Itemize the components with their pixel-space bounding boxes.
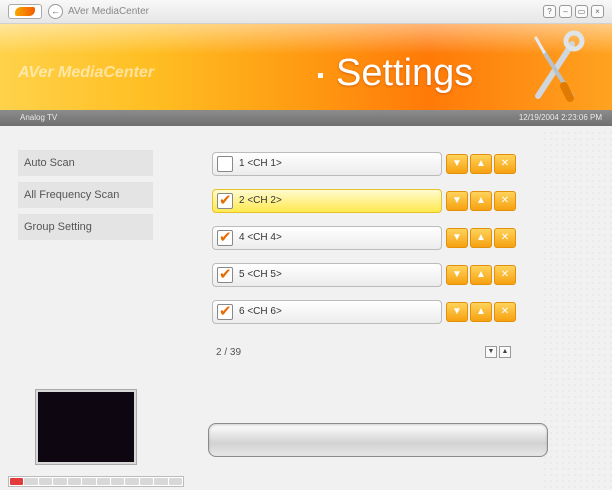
channel-row-buttons: ▼ ▲ ✕ [446,265,516,285]
move-up-button[interactable]: ▲ [470,265,492,285]
brand-logo-text: AVer MediaCenter [18,64,155,81]
move-down-button[interactable]: ▼ [446,228,468,248]
channel-checkbox[interactable]: ✔ [217,192,233,209]
prev-page-button[interactable]: ▲ [499,346,511,358]
record-icon[interactable] [10,478,24,485]
rewind-icon[interactable] [67,478,82,485]
channel-row[interactable]: ✔ 4 <CH 4> ▼ ▲ ✕ [212,224,530,252]
channel-row[interactable]: 1 <CH 1> ▼ ▲ ✕ [212,150,530,178]
window-controls: ? – ▭ × [543,5,604,18]
channel-down-icon[interactable] [110,478,125,485]
status-strip: Analog TV 12/19/2004 2:23:06 PM [0,110,612,126]
wrench-screwdriver-icon [534,30,585,102]
forward-icon[interactable] [82,478,96,485]
app-logo-button[interactable] [8,4,42,19]
heading-bullet [318,73,323,78]
background-dot-pattern [542,130,612,490]
channel-checkbox[interactable]: ✔ [217,266,233,283]
checkmark-icon: ✔ [219,303,232,320]
channel-row-buttons: ▼ ▲ ✕ [446,302,516,322]
channel-label: 2 <CH 2> [239,195,282,206]
move-down-button[interactable]: ▼ [446,154,468,174]
header-banner: AVer MediaCenter Settings [0,24,612,110]
channel-field[interactable]: 1 <CH 1> [212,152,442,176]
channel-row[interactable]: ✔ 2 <CH 2> ▼ ▲ ✕ [212,187,530,215]
video-preview[interactable] [36,390,136,464]
flame-logo-icon [15,7,35,16]
channel-row-buttons: ▼ ▲ ✕ [446,228,516,248]
minimize-button[interactable]: – [559,5,572,18]
channel-row-buttons: ▼ ▲ ✕ [446,154,516,174]
back-button[interactable]: ← [48,4,63,19]
move-up-button[interactable]: ▲ [470,191,492,211]
delete-button[interactable]: ✕ [494,265,516,285]
move-up-button[interactable]: ▲ [470,154,492,174]
scan-progress-bar [208,423,548,457]
play-icon[interactable] [38,478,53,485]
move-up-button[interactable]: ▲ [470,302,492,322]
page-title: Settings [336,52,474,94]
delete-button[interactable]: ✕ [494,228,516,248]
volume-down-icon[interactable] [139,478,154,485]
delete-button[interactable]: ✕ [494,154,516,174]
channel-checkbox[interactable] [217,156,233,172]
help-button[interactable]: ? [543,5,556,18]
source-label: Analog TV [20,113,58,122]
stop-icon[interactable] [24,478,38,485]
playback-mini-toolbar [8,476,184,487]
menu-item-group-setting[interactable]: Group Setting [18,214,153,240]
delete-button[interactable]: ✕ [494,302,516,322]
channel-field[interactable]: ✔ 4 <CH 4> [212,226,442,250]
menu-item-auto-scan[interactable]: Auto Scan [18,150,153,176]
delete-button[interactable]: ✕ [494,191,516,211]
channel-row[interactable]: ✔ 5 <CH 5> ▼ ▲ ✕ [212,261,530,289]
checkmark-icon: ✔ [219,229,232,246]
channel-label: 5 <CH 5> [239,269,282,280]
settings-menu: Auto Scan All Frequency Scan Group Setti… [18,150,153,246]
channel-up-icon[interactable] [125,478,139,485]
checkmark-icon: ✔ [219,192,232,209]
title-bar: ← AVer MediaCenter ? – ▭ × [0,0,612,24]
app-title: AVer MediaCenter [68,6,149,17]
channel-field[interactable]: ✔ 5 <CH 5> [212,263,442,287]
restore-button[interactable]: ▭ [575,5,588,18]
checkmark-icon: ✔ [219,266,232,283]
channel-label: 4 <CH 4> [239,232,282,243]
channel-checkbox[interactable]: ✔ [217,229,233,246]
mute-icon[interactable] [168,478,183,485]
page-counter: 2 / 39 [216,347,242,358]
channel-row[interactable]: ✔ 6 <CH 6> ▼ ▲ ✕ [212,298,530,326]
datetime-label: 12/19/2004 2:23:06 PM [518,113,602,122]
move-up-button[interactable]: ▲ [470,228,492,248]
move-down-button[interactable]: ▼ [446,302,468,322]
channel-field[interactable]: ✔ 6 <CH 6> [212,300,442,324]
menu-item-all-frequency-scan[interactable]: All Frequency Scan [18,182,153,208]
snapshot-icon[interactable] [96,478,110,485]
channel-label: 6 <CH 6> [239,306,282,317]
volume-up-icon[interactable] [154,478,168,485]
channel-row-buttons: ▼ ▲ ✕ [446,191,516,211]
channel-label: 1 <CH 1> [239,158,282,169]
channel-checkbox[interactable]: ✔ [217,303,233,320]
channel-list: 1 <CH 1> ▼ ▲ ✕ ✔ 2 <CH 2> ▼ ▲ ✕ ✔ 4 <CH … [212,150,530,335]
move-down-button[interactable]: ▼ [446,191,468,211]
pause-icon[interactable] [53,478,67,485]
close-button[interactable]: × [591,5,604,18]
pager: ▼ ▲ [485,346,511,358]
channel-field[interactable]: ✔ 2 <CH 2> [212,189,442,213]
next-page-button[interactable]: ▼ [485,346,497,358]
move-down-button[interactable]: ▼ [446,265,468,285]
